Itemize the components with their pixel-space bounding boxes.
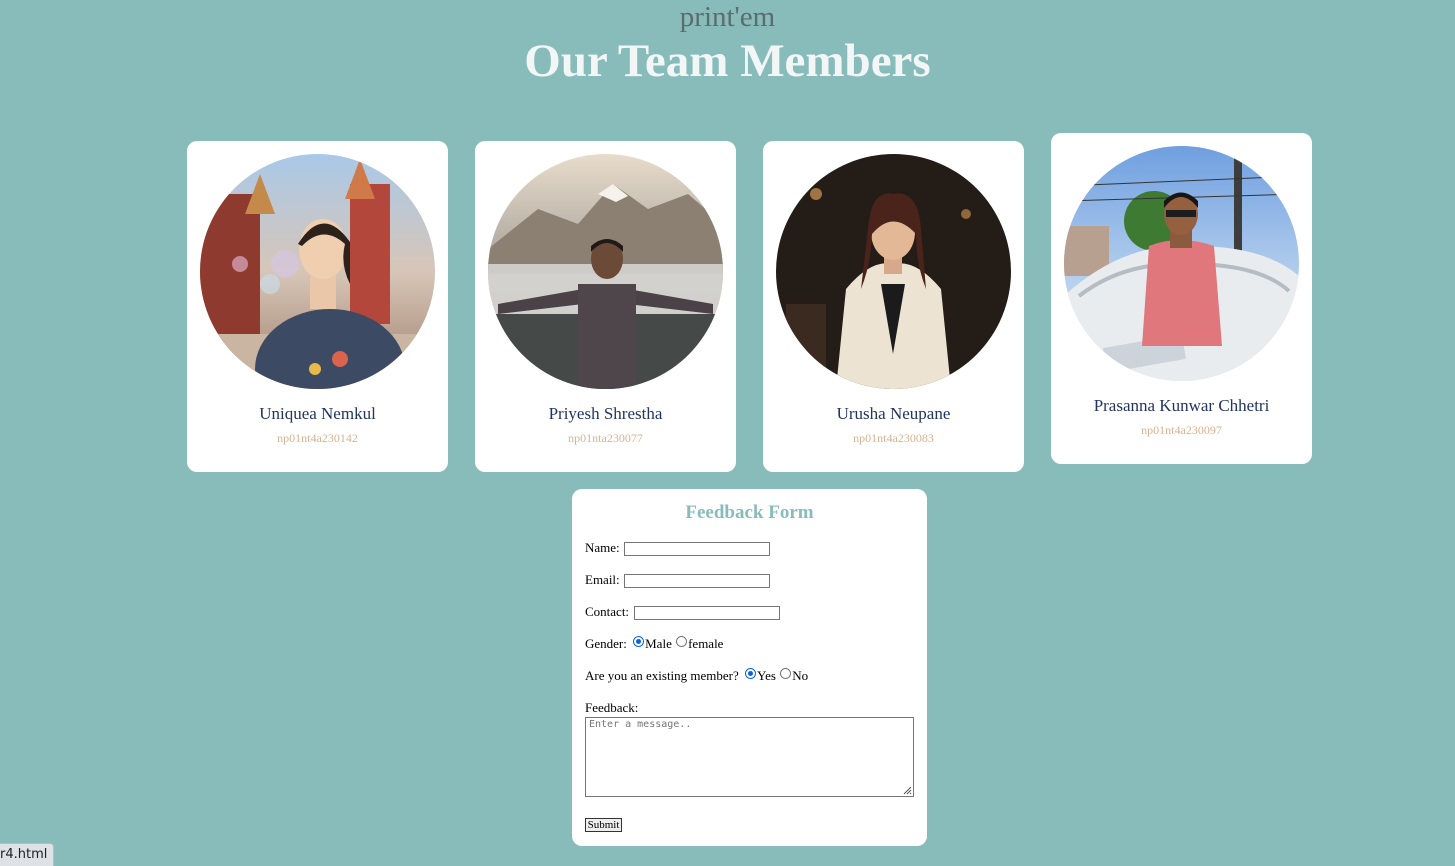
member-label: Are you an existing member? — [585, 668, 739, 683]
member-yes-radio[interactable] — [745, 668, 757, 679]
name-label: Name: — [585, 540, 620, 555]
feedback-label: Feedback: — [585, 700, 639, 715]
member-photo — [488, 154, 723, 389]
member-no-label[interactable]: No — [792, 668, 808, 683]
member-photo — [1064, 146, 1299, 381]
contact-row: Contact: — [585, 604, 629, 620]
member-id: np01nt4a230097 — [1141, 423, 1222, 437]
gender-female-label[interactable]: female — [688, 636, 723, 651]
member-photo-illustration — [776, 154, 1011, 389]
member-name: Urusha Neupane — [836, 404, 951, 423]
member-photo-illustration — [488, 154, 723, 389]
team-member-card: Uniquea Nemkul np01nt4a230142 — [187, 141, 448, 472]
member-no-radio[interactable] — [780, 668, 792, 679]
member-id: np01nt4a230083 — [853, 431, 934, 445]
resize-grip-icon[interactable] — [903, 786, 912, 795]
member-name: Uniquea Nemkul — [259, 404, 376, 423]
gender-label: Gender: — [585, 636, 627, 651]
gender-male-label[interactable]: Male — [645, 636, 672, 651]
gender-male-radio[interactable] — [633, 636, 645, 647]
contact-label: Contact: — [585, 604, 630, 619]
form-title: Feedback Form — [685, 502, 814, 523]
member-photo — [776, 154, 1011, 389]
contact-input[interactable] — [634, 606, 780, 620]
gender-row: Gender: Male female — [585, 636, 723, 652]
member-yes-label[interactable]: Yes — [757, 668, 776, 683]
submit-button[interactable]: Submit — [585, 818, 622, 832]
email-row: Email: — [585, 572, 620, 588]
brand-name: print'em — [679, 1, 776, 33]
member-photo-illustration — [200, 154, 435, 389]
team-member-card: Priyesh Shrestha np01nta230077 — [475, 141, 736, 472]
feedback-row: Feedback: — [585, 700, 638, 716]
member-photo — [200, 154, 435, 389]
gender-female-radio[interactable] — [676, 636, 688, 647]
member-name: Prasanna Kunwar Chhetri — [1093, 396, 1270, 415]
feedback-placeholder: Enter a message.. — [589, 719, 692, 730]
team-member-card: Urusha Neupane np01nt4a230083 — [763, 141, 1024, 472]
email-label: Email: — [585, 572, 620, 587]
member-id: np01nt4a230142 — [277, 431, 358, 445]
email-input[interactable] — [624, 574, 770, 588]
status-bar-url: r4.html — [0, 843, 55, 866]
team-member-card: Prasanna Kunwar Chhetri np01nt4a230097 — [1051, 133, 1312, 464]
name-row: Name: — [585, 540, 620, 556]
member-row: Are you an existing member? Yes No — [585, 668, 808, 684]
member-id: np01nta230077 — [568, 431, 643, 445]
name-input[interactable] — [624, 542, 770, 556]
page-title: Our Team Members — [524, 35, 931, 87]
feedback-textarea[interactable]: Enter a message.. — [585, 717, 914, 797]
member-name: Priyesh Shrestha — [548, 404, 663, 423]
feedback-form: Feedback Form Name: Email: Contact: Gend… — [572, 489, 927, 846]
member-photo-illustration — [1064, 146, 1299, 381]
